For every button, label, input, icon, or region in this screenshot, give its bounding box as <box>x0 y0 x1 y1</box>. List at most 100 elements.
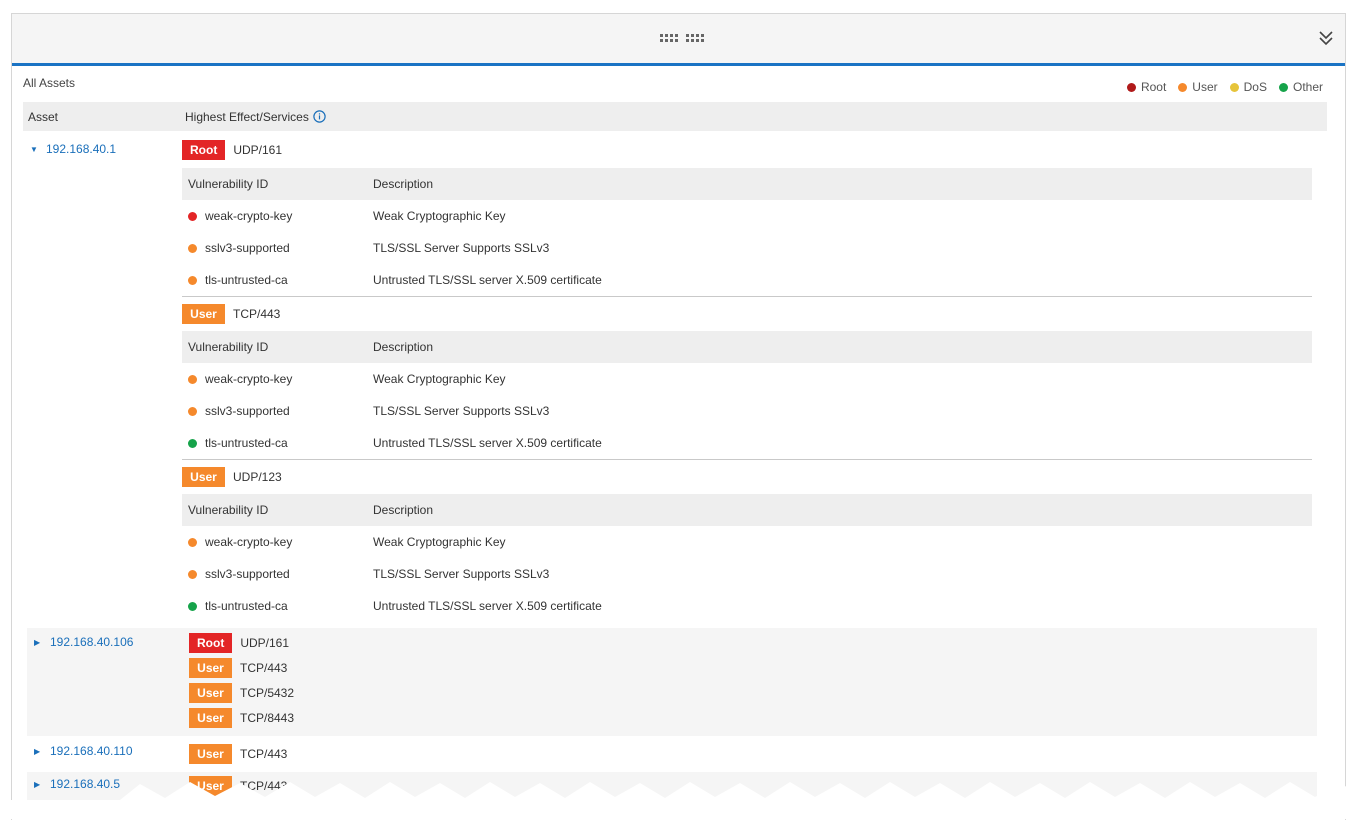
vuln-row[interactable]: sslv3-supported TLS/SSL Server Supports … <box>182 558 1312 590</box>
vuln-table-header: Vulnerability ID Description <box>182 494 1312 526</box>
vuln-id-cell: weak-crypto-key <box>182 209 373 223</box>
legend-dot <box>1126 82 1136 92</box>
severity-dot-icon <box>188 601 197 611</box>
legend-label: User <box>1192 80 1218 94</box>
vuln-id-header[interactable]: Vulnerability ID <box>182 177 373 191</box>
vuln-id-cell: sslv3-supported <box>182 241 373 255</box>
severity-dot-icon <box>188 374 197 384</box>
service-label: UDP/161 <box>233 143 283 157</box>
vuln-id: weak-crypto-key <box>205 372 293 386</box>
severity-dot-icon <box>188 438 197 448</box>
info-circle-icon[interactable] <box>313 110 326 123</box>
vuln-description-header[interactable]: Description <box>373 340 1312 354</box>
effect-badge: Root <box>189 633 233 653</box>
caret-right-icon[interactable]: ▶ <box>34 747 42 756</box>
legend-dot <box>1178 82 1188 92</box>
vuln-description: Weak Cryptographic Key <box>373 209 506 223</box>
effect-badge: Root <box>182 140 226 160</box>
vuln-description: TLS/SSL Server Supports SSLv3 <box>373 241 550 255</box>
vuln-row[interactable]: tls-untrusted-ca Untrusted TLS/SSL serve… <box>182 264 1312 296</box>
vuln-id-cell: weak-crypto-key <box>182 372 373 386</box>
severity-dot-icon <box>188 243 197 253</box>
vuln-id-header[interactable]: Vulnerability ID <box>182 340 373 354</box>
caret-down-icon[interactable]: ▼ <box>30 145 38 154</box>
vuln-row[interactable]: sslv3-supported TLS/SSL Server Supports … <box>182 232 1312 264</box>
service-label: UDP/161 <box>240 636 290 650</box>
grip-left <box>660 34 678 42</box>
vuln-row[interactable]: sslv3-supported TLS/SSL Server Supports … <box>182 395 1312 427</box>
divider <box>182 296 1312 297</box>
vuln-row[interactable]: tls-untrusted-ca Untrusted TLS/SSL serve… <box>182 590 1312 622</box>
vuln-id-cell: sslv3-supported <box>182 404 373 418</box>
vuln-id: sslv3-supported <box>205 241 290 255</box>
vuln-id: tls-untrusted-ca <box>205 599 288 613</box>
column-header-effect[interactable]: Highest Effect/Services <box>185 110 326 124</box>
vuln-row[interactable]: tls-untrusted-ca Untrusted TLS/SSL serve… <box>182 427 1312 459</box>
legend-other: Other <box>1278 80 1323 94</box>
asset-link[interactable]: 192.168.40.1 <box>46 142 116 156</box>
asset-row-collapsed[interactable]: ▶ 192.168.40.106 Root UDP/161 User TCP/443… <box>27 628 1317 736</box>
vuln-id: weak-crypto-key <box>205 535 293 549</box>
effect-badge: User <box>182 467 225 487</box>
severity-dot-icon <box>188 406 197 416</box>
assets-table-header: Asset Highest Effect/Services <box>23 102 1327 131</box>
vuln-description: TLS/SSL Server Supports SSLv3 <box>373 567 550 581</box>
vuln-id: weak-crypto-key <box>205 209 293 223</box>
effect-badge: User <box>189 708 232 728</box>
asset-row-collapsed[interactable]: ▶ 192.168.40.110 User TCP/443 <box>27 738 1317 770</box>
vuln-description-header[interactable]: Description <box>373 177 1312 191</box>
legend-user: User <box>1178 80 1218 94</box>
effect-line: User TCP/443 <box>189 744 287 764</box>
effect-line: User TCP/8443 <box>189 708 294 728</box>
vuln-description-header[interactable]: Description <box>373 503 1312 517</box>
vuln-description: Weak Cryptographic Key <box>373 372 506 386</box>
legend-root: Root <box>1126 80 1167 94</box>
effect-line: User TCP/443 <box>182 302 1312 326</box>
service-label: TCP/5432 <box>240 686 295 700</box>
vuln-id: sslv3-supported <box>205 567 290 581</box>
legend-label: Root <box>1140 80 1167 94</box>
effect-line: Root UDP/161 <box>182 138 1312 162</box>
vuln-description: Untrusted TLS/SSL server X.509 certifica… <box>373 599 602 613</box>
vuln-description: Untrusted TLS/SSL server X.509 certifica… <box>373 273 602 287</box>
drag-grip-icon[interactable] <box>660 34 704 42</box>
severity-legend: Root User DoS Other <box>1126 80 1323 94</box>
divider <box>182 459 1312 460</box>
vuln-row[interactable]: weak-crypto-key Weak Cryptographic Key <box>182 200 1312 232</box>
asset-toggle[interactable]: ▼ 192.168.40.1 <box>30 142 116 156</box>
effect-line: User UDP/123 <box>182 465 1312 489</box>
vuln-id-header[interactable]: Vulnerability ID <box>182 503 373 517</box>
column-header-effect-label: Highest Effect/Services <box>185 109 309 124</box>
severity-dot-icon <box>188 537 197 547</box>
vuln-id-cell: tls-untrusted-ca <box>182 436 373 450</box>
effect-badge: User <box>189 658 232 678</box>
vulnerability-table: Vulnerability ID Description weak-crypto… <box>182 168 1312 296</box>
effect-summary: Root UDP/161 User TCP/443 User TCP/5432 Use… <box>189 633 294 728</box>
service-label: TCP/8443 <box>240 711 295 725</box>
scope-label: All Assets <box>23 76 76 90</box>
vuln-description: Weak Cryptographic Key <box>373 535 506 549</box>
double-chevron-down-icon[interactable] <box>1317 28 1335 48</box>
severity-dot-icon <box>188 569 197 579</box>
effect-line: User TCP/443 <box>189 658 294 678</box>
vuln-row[interactable]: weak-crypto-key Weak Cryptographic Key <box>182 526 1312 558</box>
effect-summary: User TCP/443 <box>189 744 287 764</box>
asset-link[interactable]: 192.168.40.106 <box>50 635 133 649</box>
effect-line: Root UDP/161 <box>189 633 294 653</box>
effect-badge: User <box>189 744 232 764</box>
column-header-asset[interactable]: Asset <box>23 110 185 124</box>
legend-label: DoS <box>1243 80 1267 94</box>
effect-badge: User <box>189 683 232 703</box>
vuln-id-cell: tls-untrusted-ca <box>182 599 373 613</box>
vuln-id: sslv3-supported <box>205 404 290 418</box>
vuln-row[interactable]: weak-crypto-key Weak Cryptographic Key <box>182 363 1312 395</box>
asset-toggle[interactable]: ▶ 192.168.40.106 <box>34 635 133 649</box>
severity-dot-icon <box>188 211 197 221</box>
asset-link[interactable]: 192.168.40.110 <box>50 744 133 758</box>
vuln-description: TLS/SSL Server Supports SSLv3 <box>373 404 550 418</box>
vulnerability-table: Vulnerability ID Description weak-crypto… <box>182 331 1312 459</box>
vuln-id: tls-untrusted-ca <box>205 273 288 287</box>
asset-toggle[interactable]: ▶ 192.168.40.110 <box>34 744 133 758</box>
caret-right-icon[interactable]: ▶ <box>34 638 42 647</box>
legend-dot <box>1278 82 1288 92</box>
